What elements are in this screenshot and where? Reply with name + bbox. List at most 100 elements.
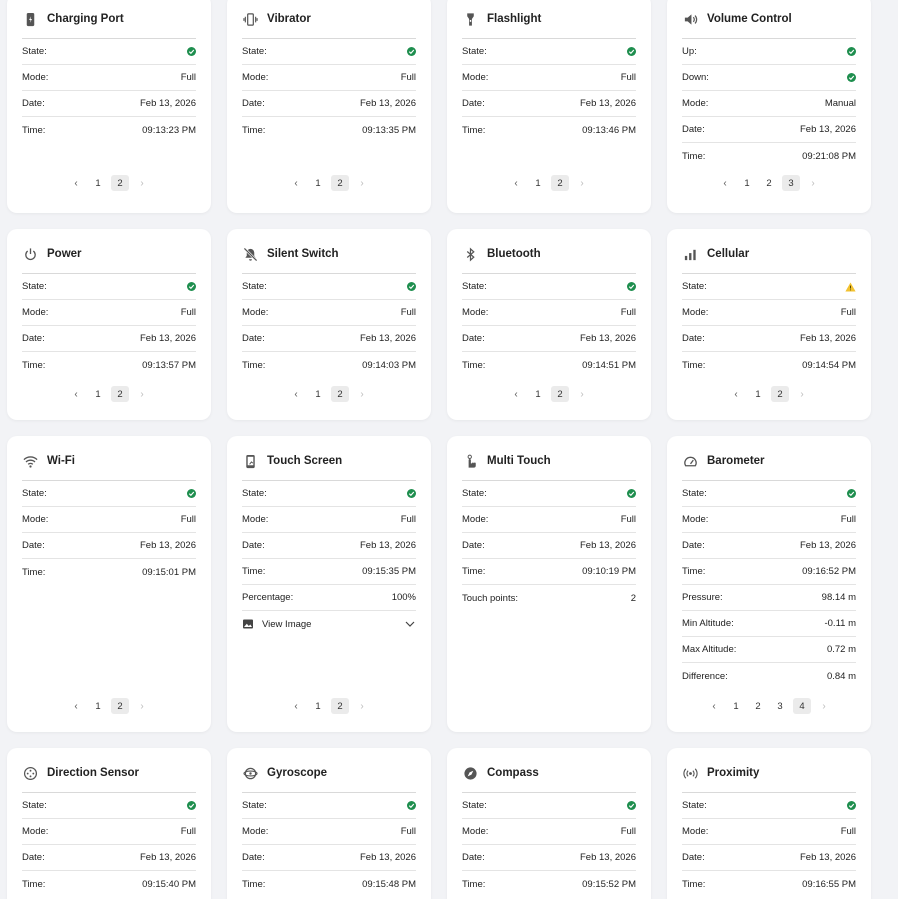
next-page-button[interactable]: › — [793, 386, 811, 402]
page-button[interactable]: 2 — [551, 386, 569, 402]
next-page-button[interactable]: › — [573, 175, 591, 191]
field-value: Manual — [824, 98, 856, 109]
gyroscope-card: Gyroscope State: Mode: Full Date: Feb 13, 202… — [227, 748, 431, 899]
card-fields: State: Mode: Full Date: Feb 13, 2026 Time: 09:… — [462, 273, 636, 378]
page-button[interactable]: 3 — [782, 175, 800, 191]
page-button[interactable]: 2 — [111, 386, 129, 402]
page-button[interactable]: 1 — [89, 175, 107, 191]
field-label: State: — [682, 800, 707, 811]
page-button[interactable]: 1 — [529, 175, 547, 191]
field-row: Date: Feb 13, 2026 — [22, 91, 196, 117]
page-button[interactable]: 2 — [771, 386, 789, 402]
page-button[interactable]: 2 — [760, 175, 778, 191]
prev-page-button[interactable]: ‹ — [507, 386, 525, 402]
field-label: Mode: — [242, 72, 269, 83]
page-button[interactable]: 4 — [793, 698, 811, 714]
prev-page-button[interactable]: ‹ — [716, 175, 734, 191]
status-ok-icon — [627, 489, 636, 498]
page-button[interactable]: 1 — [749, 386, 767, 402]
page-button[interactable]: 2 — [749, 698, 767, 714]
status-ok-icon — [847, 801, 856, 810]
prev-page-button[interactable]: ‹ — [287, 698, 305, 714]
next-page-button[interactable]: › — [815, 698, 833, 714]
field-row: State: — [682, 793, 856, 819]
next-page-button[interactable]: › — [133, 698, 151, 714]
page-button[interactable]: 1 — [309, 175, 327, 191]
card-fields: State: Mode: Full Date: Feb 13, 2026 Time: 09:… — [242, 480, 416, 637]
prev-page-button[interactable]: ‹ — [507, 175, 525, 191]
direction-sensor-card: Direction Sensor State: Mode: Full Date: Feb … — [7, 748, 211, 899]
pagination: ‹ 1 2 › — [227, 386, 431, 402]
page-button[interactable]: 1 — [738, 175, 756, 191]
prev-page-button[interactable]: ‹ — [287, 175, 305, 191]
chevron-down-icon[interactable] — [404, 618, 416, 630]
prev-page-button[interactable]: ‹ — [67, 698, 85, 714]
page-button[interactable]: 2 — [111, 698, 129, 714]
next-page-button[interactable]: › — [573, 386, 591, 402]
page-button[interactable]: 1 — [727, 698, 745, 714]
field-label: Mode: — [682, 307, 709, 318]
field-label: Time: — [242, 359, 266, 371]
next-page-button[interactable]: › — [133, 386, 151, 402]
field-row: Time: 09:16:52 PM — [682, 559, 856, 585]
field-value: Full — [400, 307, 416, 318]
page-button[interactable]: 2 — [331, 698, 349, 714]
field-row: Time: 09:15:40 PM — [22, 871, 196, 897]
status-ok-icon — [847, 73, 856, 82]
page-button[interactable]: 1 — [89, 386, 107, 402]
page-button[interactable]: 2 — [331, 175, 349, 191]
status-ok-icon — [187, 801, 196, 810]
card-title: Cellular — [707, 248, 750, 260]
field-label: Mode: — [462, 826, 489, 837]
card-title: Volume Control — [707, 13, 792, 25]
field-value: 09:13:46 PM — [582, 124, 636, 136]
field-row: Date: Feb 13, 2026 — [22, 533, 196, 559]
prev-page-button[interactable]: ‹ — [727, 386, 745, 402]
card-fields: Up: Down: Mode: Manual Date: Feb 13, 2026 Time… — [682, 38, 856, 169]
direction-sensor-icon — [22, 765, 38, 781]
field-label: Time: — [682, 566, 706, 577]
next-page-button[interactable]: › — [804, 175, 822, 191]
prev-page-button[interactable]: ‹ — [67, 386, 85, 402]
field-value: Feb 13, 2026 — [580, 852, 636, 863]
page-button[interactable]: 1 — [309, 698, 327, 714]
field-row: Mode: Full — [462, 819, 636, 845]
field-row: Mode: Full — [242, 65, 416, 91]
field-row: Date: Feb 13, 2026 — [242, 533, 416, 559]
field-value: Feb 13, 2026 — [800, 124, 856, 135]
field-row: Time: 09:13:35 PM — [242, 117, 416, 143]
field-value: Full — [840, 826, 856, 837]
page-button[interactable]: 2 — [111, 175, 129, 191]
card-title: Proximity — [707, 767, 760, 779]
next-page-button[interactable]: › — [133, 175, 151, 191]
field-row: Mode: Full — [462, 65, 636, 91]
field-value: Feb 13, 2026 — [140, 540, 196, 551]
field-row: Mode: Full — [22, 65, 196, 91]
next-page-button[interactable]: › — [353, 175, 371, 191]
card-header: Silent Switch — [242, 235, 416, 273]
prev-page-button[interactable]: ‹ — [705, 698, 723, 714]
next-page-button[interactable]: › — [353, 386, 371, 402]
field-label: State: — [22, 46, 47, 57]
field-row: Mode: Full — [22, 300, 196, 326]
page-button[interactable]: 3 — [771, 698, 789, 714]
field-value: Full — [180, 307, 196, 318]
prev-page-button[interactable]: ‹ — [287, 386, 305, 402]
page-button[interactable]: 2 — [551, 175, 569, 191]
page-button[interactable]: 1 — [89, 698, 107, 714]
page-button[interactable]: 1 — [529, 386, 547, 402]
pagination: ‹ 1 2 › — [227, 175, 431, 191]
field-row: Date: Feb 13, 2026 — [462, 533, 636, 559]
prev-page-button[interactable]: ‹ — [67, 175, 85, 191]
field-label: Date: — [682, 333, 705, 344]
field-value: 09:21:08 PM — [802, 150, 856, 162]
page-button[interactable]: 2 — [331, 386, 349, 402]
page-button[interactable]: 1 — [309, 386, 327, 402]
next-page-button[interactable]: › — [353, 698, 371, 714]
field-row: Time: 09:15:01 PM — [22, 559, 196, 585]
view-image-toggle[interactable]: View Image — [242, 611, 416, 637]
field-value: Full — [180, 514, 196, 525]
status-ok-icon — [407, 282, 416, 291]
field-row: Time: 09:15:35 PM — [242, 559, 416, 585]
card-header: Volume Control — [682, 0, 856, 38]
